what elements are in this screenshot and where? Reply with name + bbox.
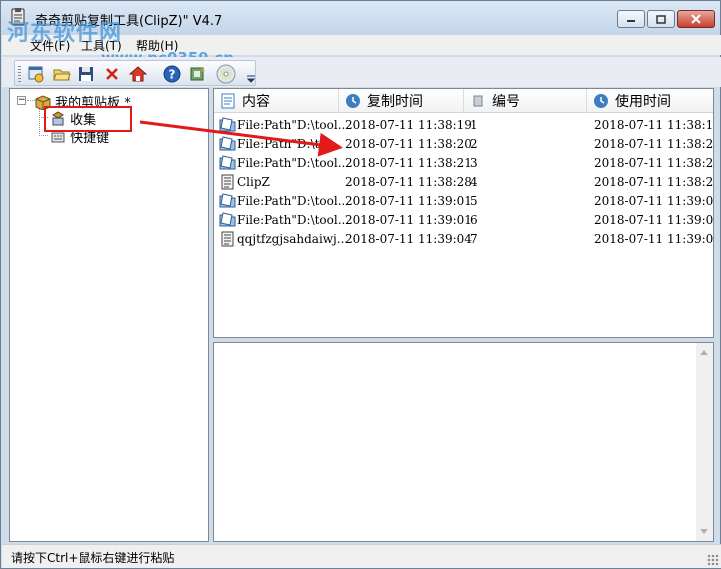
row-content: ClipZ (237, 175, 270, 189)
row-content: qqjtfzgjsahdaiwj... (237, 232, 349, 246)
resize-grip[interactable] (707, 554, 719, 566)
column-use-time[interactable]: 使用时间 (587, 89, 713, 113)
tools-button[interactable] (187, 64, 209, 84)
column-id[interactable]: 编号 (464, 89, 587, 113)
row-copy-time: 2018-07-11 11:39:01 (345, 213, 472, 227)
row-content: File:Path"D:\tool... (237, 194, 350, 208)
column-use-time-label: 使用时间 (615, 94, 671, 110)
list-header: 内容 复制时间 编号 使用时间 (214, 89, 713, 113)
disc-icon (216, 64, 236, 84)
save-button[interactable] (75, 64, 97, 84)
clipboard-tree: − 我的剪贴板 * 收集 快捷键 (9, 88, 209, 542)
column-copy-time-label: 复制时间 (367, 94, 423, 110)
file-clip-icon (219, 136, 236, 151)
file-clip-icon (219, 212, 236, 227)
row-content: File:Path"D:\tool... (237, 156, 350, 170)
open-folder-icon (53, 69, 71, 81)
minimize-button[interactable] (617, 10, 645, 28)
row-use-time: 2018-07-11 11:39:01 (594, 213, 714, 227)
table-row[interactable]: File:Path"D:\tool... 2018-07-11 11:38:19… (214, 116, 713, 135)
column-copy-time[interactable]: 复制时间 (339, 89, 464, 113)
row-use-time: 2018-07-11 11:39:01 (594, 194, 714, 208)
toolbar: ? (2, 57, 721, 87)
home-icon (129, 66, 147, 82)
highlight-box (44, 106, 132, 132)
table-row[interactable]: qqjtfzgjsahdaiwj... 2018-07-11 11:39:04 … (214, 230, 713, 249)
table-row[interactable]: ClipZ 2018-07-11 11:38:28 4 2018-07-11 1… (214, 173, 713, 192)
row-copy-time: 2018-07-11 11:38:20 (345, 137, 472, 151)
delete-button[interactable] (101, 64, 123, 84)
row-use-time: 2018-07-11 11:38:20 (594, 137, 714, 151)
close-button[interactable] (677, 10, 715, 28)
settings-icon (28, 66, 44, 83)
row-id: 3 (470, 156, 478, 170)
table-row[interactable]: File:Path"D:\to... 2018-07-11 11:38:20 2… (214, 135, 713, 154)
row-content: File:Path"D:\tool... (237, 118, 350, 132)
tree-connector (39, 108, 40, 136)
open-button[interactable] (51, 64, 73, 84)
row-copy-time: 2018-07-11 11:38:19 (345, 118, 472, 132)
app-window: 奇奇剪贴复制工具(ClipZ)" V4.7 文件(F) 工具(T) 帮助(H) … (0, 0, 721, 569)
home-button[interactable] (127, 64, 149, 84)
tools-icon (190, 67, 205, 81)
row-id: 2 (470, 137, 478, 151)
disc-button[interactable] (215, 64, 237, 84)
dropdown-icon[interactable] (247, 75, 255, 83)
minimize-icon (627, 20, 635, 22)
column-id-label: 编号 (492, 94, 520, 110)
file-clip-icon (219, 117, 236, 132)
tree-connector (39, 135, 48, 136)
column-content[interactable]: 内容 (214, 89, 339, 113)
toolbar-grip[interactable] (18, 66, 21, 82)
row-copy-time: 2018-07-11 11:38:21 (345, 156, 472, 170)
settings-button[interactable] (25, 64, 47, 84)
row-content: File:Path"D:\tool... (237, 213, 350, 227)
row-id: 1 (470, 118, 478, 132)
row-use-time: 2018-07-11 11:39:04 (594, 232, 714, 246)
row-copy-time: 2018-07-11 11:39:04 (345, 232, 472, 246)
content-column-icon (221, 93, 235, 109)
file-clip-icon (219, 193, 236, 208)
help-button[interactable]: ? (161, 64, 183, 84)
row-use-time: 2018-07-11 11:38:21 (594, 156, 714, 170)
number-icon (473, 95, 483, 107)
row-id: 5 (470, 194, 478, 208)
close-icon (691, 14, 701, 24)
row-copy-time: 2018-07-11 11:38:28 (345, 175, 472, 189)
status-bar: 请按下Ctrl+鼠标右键进行粘贴 (2, 544, 721, 568)
table-row[interactable]: File:Path"D:\tool... 2018-07-11 11:38:21… (214, 154, 713, 173)
tree-collapse-toggle[interactable]: − (17, 96, 26, 105)
table-row[interactable]: File:Path"D:\tool... 2018-07-11 11:39:01… (214, 211, 713, 230)
maximize-icon (656, 14, 666, 24)
row-id: 7 (470, 232, 478, 246)
text-clip-icon (221, 231, 234, 247)
row-copy-time: 2018-07-11 11:39:01 (345, 194, 472, 208)
row-id: 6 (470, 213, 478, 227)
scroll-up-icon[interactable] (700, 350, 708, 355)
clip-list: 内容 复制时间 编号 使用时间 File:Path"D:\tool... 201… (213, 88, 714, 338)
svg-text:?: ? (169, 68, 176, 82)
clock-icon (594, 94, 608, 108)
row-content: File:Path"D:\to... (237, 137, 338, 151)
table-row[interactable]: File:Path"D:\tool... 2018-07-11 11:39:01… (214, 192, 713, 211)
tree-hotkeys-label: 快捷键 (70, 131, 110, 146)
toolbar-group: ? (14, 60, 256, 86)
clock-icon (346, 94, 360, 108)
status-text: 请按下Ctrl+鼠标右键进行粘贴 (11, 551, 175, 565)
save-icon (79, 67, 93, 81)
delete-icon (106, 68, 118, 80)
text-clip-icon (221, 174, 234, 190)
watermark-logo: 河东软件网 (7, 21, 123, 46)
row-use-time: 2018-07-11 11:38:19 (594, 118, 714, 132)
maximize-button[interactable] (647, 10, 675, 28)
column-content-label: 内容 (242, 94, 270, 110)
help-icon: ? (163, 65, 181, 83)
row-id: 4 (470, 175, 478, 189)
scroll-down-icon[interactable] (700, 529, 708, 534)
clip-preview[interactable] (213, 342, 714, 542)
row-use-time: 2018-07-11 11:38:28 (594, 175, 714, 189)
preview-scrollbar[interactable] (696, 343, 713, 541)
file-clip-icon (219, 155, 236, 170)
